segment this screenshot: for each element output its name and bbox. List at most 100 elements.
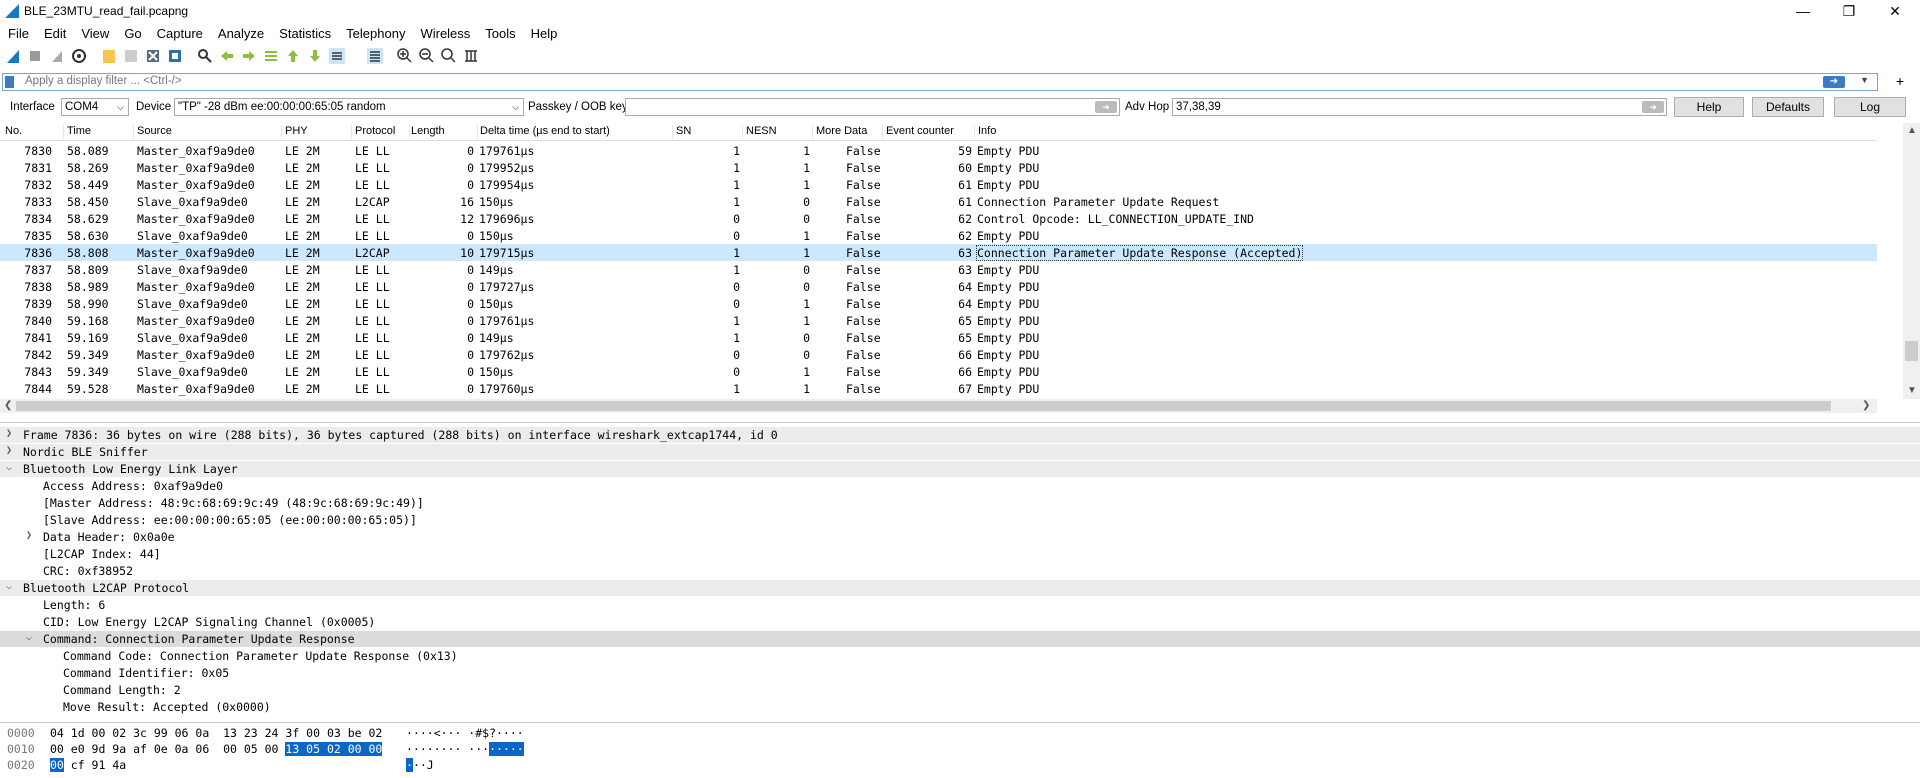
autoscroll-icon[interactable] (329, 48, 345, 64)
minimize-icon[interactable]: — (1780, 0, 1826, 22)
detail-tree-item[interactable]: ⌵ Command: Connection Parameter Update Re… (0, 631, 1920, 647)
packet-row[interactable]: 7843 59.349 Slave_0xaf9a9de0 LE 2M LE LL 0 150… (0, 363, 1877, 380)
resize-columns-icon[interactable] (463, 48, 479, 64)
zoom-out-icon[interactable] (419, 48, 435, 64)
detail-tree-item[interactable]: ❯ Frame 7836: 36 bytes on wire (288 bits)… (0, 427, 1920, 443)
first-packet-icon[interactable] (285, 48, 301, 64)
packet-row[interactable]: 7834 58.629 Master_0xaf9a9de0 LE 2M LE LL 12 1… (0, 210, 1877, 227)
packet-list-vertical-scrollbar[interactable]: ▲ ▼ (1903, 123, 1920, 399)
detail-tree-item[interactable]: ❯ Nordic BLE Sniffer (0, 444, 1920, 460)
scrollbar-thumb[interactable] (16, 401, 1831, 411)
chevron-right-icon[interactable]: ❯ (6, 428, 12, 439)
bookmark-icon[interactable] (5, 76, 14, 88)
last-packet-icon[interactable] (307, 48, 323, 64)
packet-row[interactable]: 7840 59.168 Master_0xaf9a9de0 LE 2M LE LL 0 17… (0, 312, 1877, 329)
reload-file-icon[interactable] (167, 48, 183, 64)
packet-row[interactable]: 7835 58.630 Slave_0xaf9a9de0 LE 2M LE LL 0 150… (0, 227, 1877, 244)
packet-row[interactable]: 7838 58.989 Master_0xaf9a9de0 LE 2M LE LL 0 17… (0, 278, 1877, 295)
col-header-no[interactable]: No. (2, 125, 64, 139)
col-header-event-counter[interactable]: Event counter (883, 125, 975, 139)
bytes-ascii[interactable]: ····<··· ·#$?···· (406, 726, 524, 740)
apply-filter-icon[interactable]: ➜ (1823, 76, 1845, 88)
packet-row[interactable]: 7832 58.449 Master_0xaf9a9de0 LE 2M LE LL 0 17… (0, 176, 1877, 193)
open-file-icon[interactable] (101, 48, 117, 64)
col-header-source[interactable]: Source (134, 125, 282, 139)
detail-tree-item[interactable]: Move Result: Accepted (0x0000) (0, 699, 1920, 715)
help-button[interactable]: Help (1674, 97, 1744, 117)
device-select[interactable]: "TP" -28 dBm ee:00:00:00:65:05 random ⌵ (174, 98, 524, 116)
packet-row[interactable]: 7839 58.990 Slave_0xaf9a9de0 LE 2M LE LL 0 150… (0, 295, 1877, 312)
menu-go[interactable]: Go (116, 24, 148, 41)
close-file-icon[interactable] (145, 48, 161, 64)
capture-options-icon[interactable] (71, 48, 87, 64)
defaults-button[interactable]: Defaults (1752, 97, 1824, 117)
detail-tree-item[interactable]: [Master Address: 48:9c:68:69:9c:49 (48:9… (0, 495, 1920, 511)
detail-tree-item[interactable]: Command Length: 2 (0, 682, 1920, 698)
chevron-down-icon[interactable]: ⌵ (6, 462, 12, 473)
close-icon[interactable]: ✕ (1872, 0, 1918, 22)
add-filter-button-icon[interactable]: + (1896, 73, 1904, 89)
col-header-info[interactable]: Info (975, 125, 1875, 139)
chevron-down-icon[interactable]: ⌵ (26, 632, 32, 643)
bytes-hex[interactable]: 00 cf 91 4a (50, 758, 126, 772)
packet-list-horizontal-scrollbar[interactable]: ❮ ❯ (0, 399, 1877, 413)
menu-tools[interactable]: Tools (477, 24, 522, 41)
restart-capture-icon[interactable] (49, 48, 65, 64)
detail-tree-item[interactable]: CID: Low Energy L2CAP Signaling Channel … (0, 614, 1920, 630)
menu-file[interactable]: File (0, 24, 36, 41)
go-forward-icon[interactable] (241, 48, 257, 64)
detail-tree-item[interactable]: ❯ Data Header: 0x0a0e (0, 529, 1920, 545)
detail-tree-item[interactable]: [L2CAP Index: 44] (0, 546, 1920, 562)
detail-tree-item[interactable]: Access Address: 0xaf9a9de0 (0, 478, 1920, 494)
chevron-right-icon[interactable]: ❯ (26, 530, 32, 541)
menu-edit[interactable]: Edit (36, 24, 73, 41)
detail-tree-item[interactable]: Command Identifier: 0x05 (0, 665, 1920, 681)
packet-row[interactable]: 7830 58.089 Master_0xaf9a9de0 LE 2M LE LL 0 17… (0, 142, 1877, 159)
col-header-delta[interactable]: Delta time (µs end to start) (477, 125, 673, 139)
colorize-icon[interactable] (367, 48, 383, 64)
bytes-hex[interactable]: 04 1d 00 02 3c 99 06 0a 13 23 24 3f 00 0… (50, 726, 382, 740)
packet-row[interactable]: 7842 59.349 Master_0xaf9a9de0 LE 2M LE LL 0 17… (0, 346, 1877, 363)
detail-tree-item[interactable]: Length: 6 (0, 597, 1920, 613)
display-filter-input[interactable]: Apply a display filter ... <Ctrl-/> ➜ ▼ (2, 73, 1878, 91)
packet-row[interactable]: 7837 58.809 Slave_0xaf9a9de0 LE 2M LE LL 0 149… (0, 261, 1877, 278)
detail-tree-item[interactable]: ⌵ Bluetooth L2CAP Protocol (0, 580, 1920, 596)
packet-row[interactable]: 7844 59.528 Master_0xaf9a9de0 LE 2M LE LL 0 17… (0, 380, 1877, 397)
col-header-protocol[interactable]: Protocol (352, 125, 410, 139)
start-capture-icon[interactable] (5, 48, 21, 64)
col-header-phy[interactable]: PHY (282, 125, 352, 139)
menu-capture[interactable]: Capture (149, 24, 210, 41)
detail-tree-item[interactable]: Command Code: Connection Parameter Updat… (0, 648, 1920, 664)
go-to-packet-icon[interactable] (263, 48, 279, 64)
packet-row[interactable]: 7831 58.269 Master_0xaf9a9de0 LE 2M LE LL 0 17… (0, 159, 1877, 176)
interface-select[interactable]: COM4 ⌵ (61, 98, 129, 116)
filter-history-dropdown-icon[interactable]: ▼ (1860, 75, 1869, 85)
log-button[interactable]: Log (1834, 97, 1906, 117)
chevron-down-icon[interactable]: ⌵ (6, 581, 12, 592)
packet-row[interactable]: 7836 58.808 Master_0xaf9a9de0 LE 2M L2CAP 10 1… (0, 244, 1877, 261)
find-packet-icon[interactable] (197, 48, 213, 64)
detail-tree-item[interactable]: ⌵ Bluetooth Low Energy Link Layer (0, 461, 1920, 477)
detail-tree-item[interactable]: CRC: 0xf38952 (0, 563, 1920, 579)
passkey-input[interactable]: ➜ (625, 98, 1120, 116)
menu-analyze[interactable]: Analyze (210, 24, 271, 41)
chevron-right-icon[interactable]: ❯ (6, 445, 12, 456)
menu-help[interactable]: Help (523, 24, 565, 41)
apply-advhop-icon[interactable]: ➜ (1642, 101, 1664, 113)
packet-row[interactable]: 7841 59.169 Slave_0xaf9a9de0 LE 2M LE LL 0 149… (0, 329, 1877, 346)
normal-size-icon[interactable] (441, 48, 457, 64)
scrollbar-thumb[interactable] (1905, 341, 1918, 361)
bytes-ascii[interactable]: ···J (406, 758, 434, 772)
restore-icon[interactable]: ❐ (1826, 0, 1872, 22)
menu-view[interactable]: View (73, 24, 116, 41)
packet-row[interactable]: 7833 58.450 Slave_0xaf9a9de0 LE 2M L2CAP 16 15… (0, 193, 1877, 210)
zoom-in-icon[interactable] (397, 48, 413, 64)
bytes-ascii[interactable]: ········ ········ (406, 742, 524, 756)
col-header-length[interactable]: Length (408, 125, 478, 139)
bytes-hex[interactable]: 00 e0 9d 9a af 0e 0a 06 00 05 00 13 05 0… (50, 742, 383, 756)
save-file-icon[interactable] (123, 48, 139, 64)
col-header-time[interactable]: Time (64, 125, 134, 139)
advhop-input[interactable]: 37,38,39 ➜ (1172, 98, 1667, 116)
apply-passkey-icon[interactable]: ➜ (1095, 101, 1117, 113)
col-header-nesn[interactable]: NESN (743, 125, 813, 139)
